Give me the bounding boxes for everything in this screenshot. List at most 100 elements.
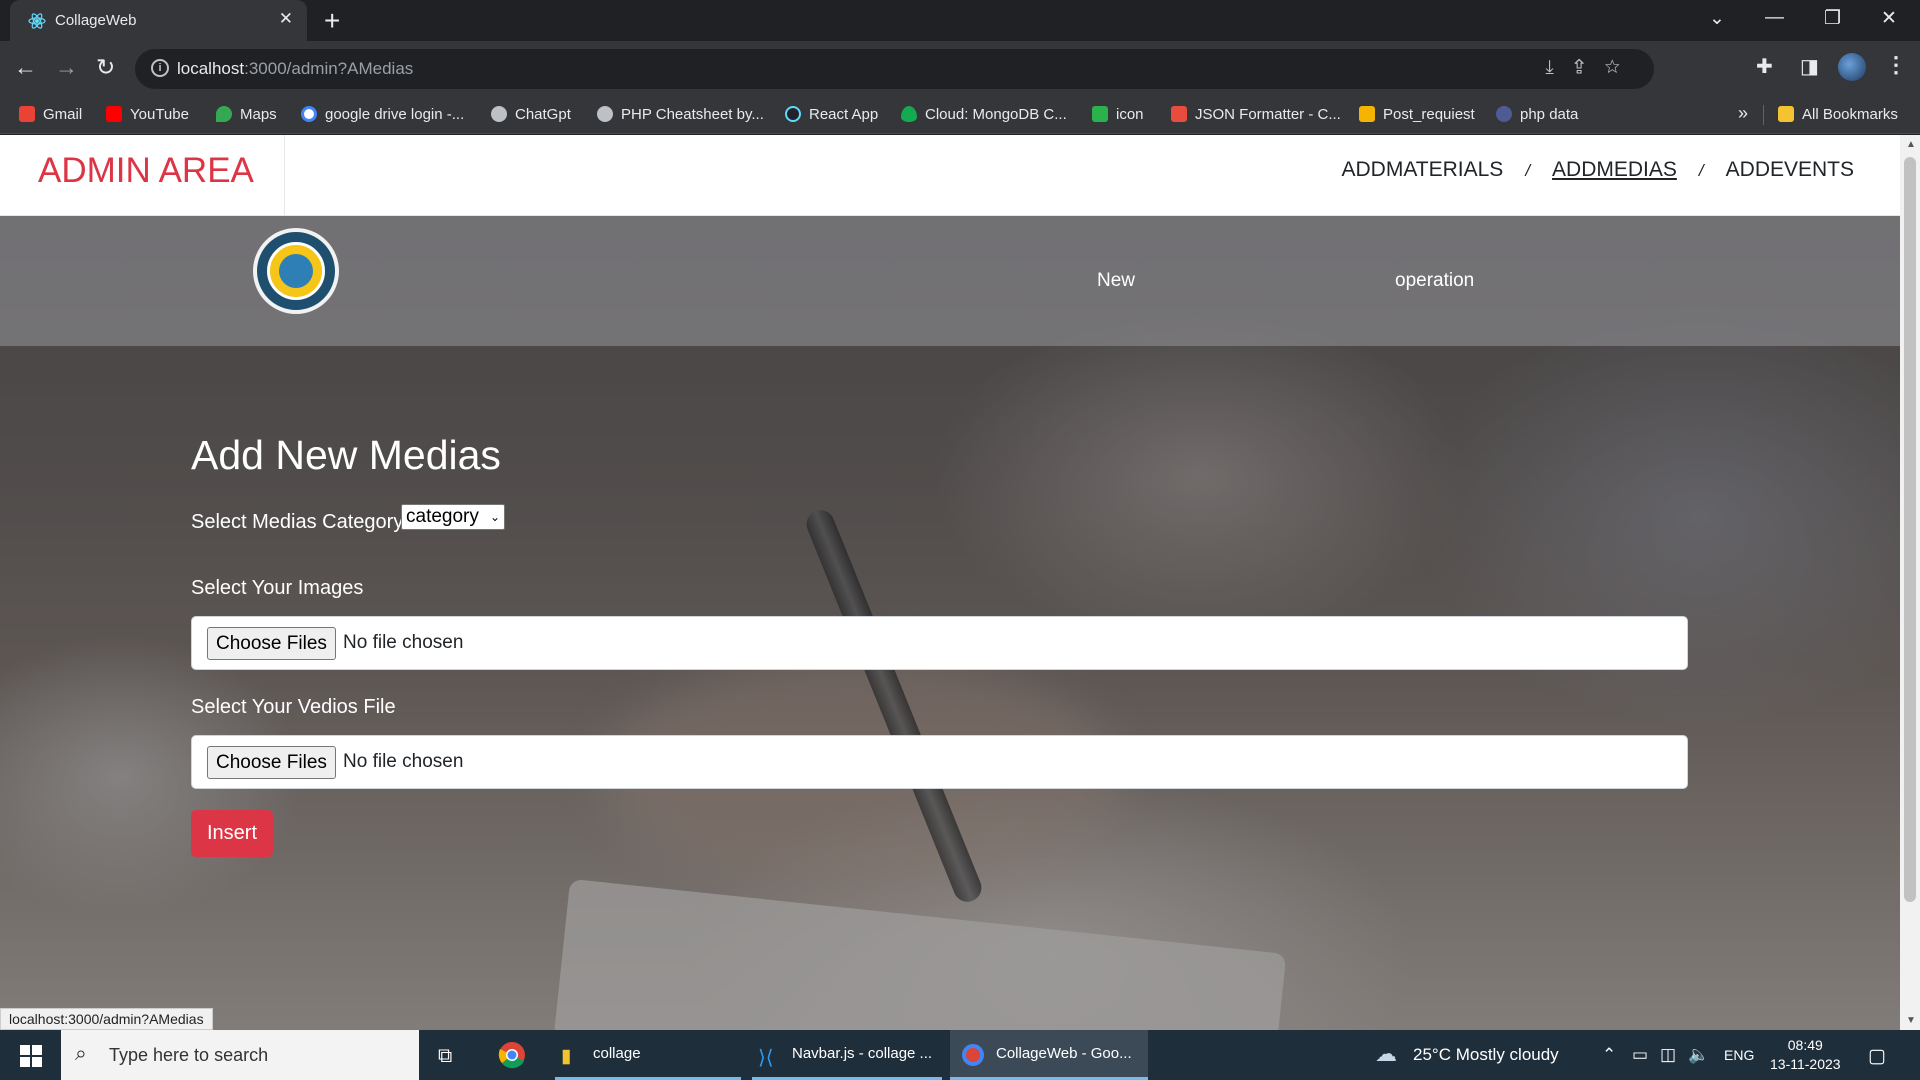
language-indicator[interactable]: ENG — [1724, 1047, 1754, 1063]
header-divider — [284, 135, 285, 216]
bookmark-youtube[interactable]: YouTube — [106, 106, 189, 123]
maps-icon — [216, 106, 232, 122]
search-icon: ⌕ — [75, 1042, 87, 1065]
bookmark-mongodb[interactable]: Cloud: MongoDB C... — [901, 106, 1067, 123]
site-info-icon[interactable]: i — [151, 59, 169, 77]
taskbar-app-label: Navbar.js - collage ... — [792, 1045, 933, 1062]
forward-button[interactable]: → — [55, 54, 78, 81]
weather-text[interactable]: 25°C Mostly cloudy — [1413, 1045, 1559, 1065]
category-select[interactable]: category ⌄ — [401, 504, 505, 530]
volume-icon[interactable]: 🔈 — [1688, 1045, 1709, 1065]
bookmarks-bar: Gmail YouTube Maps google drive login -.… — [0, 97, 1920, 134]
browser-tab-strip: CollageWeb ✕ + ⌄ — ❐ ✕ — [0, 0, 1920, 41]
task-view-icon: ⧉ — [438, 1045, 453, 1067]
chrome-icon — [498, 1042, 525, 1069]
taskbar-clock[interactable]: 08:49 13-11-2023 — [1770, 1036, 1841, 1074]
bookmark-php-data[interactable]: php data — [1496, 106, 1578, 123]
page-scrollbar[interactable]: ▲ ▼ — [1900, 135, 1920, 1030]
weather-cloud-icon[interactable]: ☁ — [1375, 1041, 1397, 1067]
bookmark-maps[interactable]: Maps — [216, 106, 277, 123]
address-url[interactable]: localhost:3000/admin?AMedias — [177, 59, 413, 79]
gmail-icon — [19, 106, 35, 122]
php-icon — [1496, 106, 1512, 122]
more-bookmarks-icon[interactable]: » — [1738, 103, 1748, 124]
taskbar-collage-folder[interactable]: ▮ collage — [555, 1030, 741, 1080]
browser-toolbar: ← → ↻ i localhost:3000/admin?AMedias ⤓⇪☆… — [0, 41, 1920, 97]
taskbar-app-label: collage — [593, 1045, 641, 1062]
back-button[interactable]: ← — [14, 54, 37, 81]
windows-start-icon[interactable] — [20, 1045, 42, 1067]
taskbar-vscode[interactable]: ⟩⟨ Navbar.js - collage ... — [752, 1030, 942, 1080]
globe-icon — [597, 106, 613, 122]
bookmark-icon[interactable]: icon — [1092, 106, 1144, 123]
minimize-button[interactable]: — — [1765, 7, 1784, 29]
all-bookmarks-folder[interactable]: All Bookmarks — [1778, 106, 1898, 123]
taskbar-chrome[interactable] — [492, 1030, 536, 1080]
extensions-icon[interactable]: ✚ — [1756, 54, 1773, 79]
clock-time: 08:49 — [1787, 1037, 1823, 1053]
bookmark-react-app[interactable]: React App — [785, 106, 878, 123]
scroll-down-arrow-icon[interactable]: ▼ — [1906, 1015, 1916, 1026]
close-window-button[interactable]: ✕ — [1881, 7, 1897, 30]
videos-label: Select Your Vedios File — [191, 696, 396, 718]
close-tab-icon[interactable]: ✕ — [279, 9, 293, 29]
link-status-bar: localhost:3000/admin?AMedias — [0, 1008, 213, 1030]
bookmark-chatgpt[interactable]: ChatGpt — [491, 106, 571, 123]
reload-button[interactable]: ↻ — [96, 54, 115, 81]
json-formatter-icon — [1171, 106, 1187, 122]
tab-title: CollageWeb — [55, 12, 137, 29]
profile-avatar[interactable] — [1838, 53, 1866, 81]
subnav-operation[interactable]: operation — [1395, 270, 1474, 292]
taskbar-search-box[interactable]: ⌕ Type here to search — [61, 1030, 419, 1080]
folder-icon: ▮ — [561, 1046, 572, 1067]
logo-emblem — [267, 242, 325, 300]
page-title: Add New Medias — [191, 432, 501, 478]
nav-separator: / — [1525, 161, 1531, 180]
videos-file-input[interactable]: Choose Files No file chosen — [191, 735, 1688, 789]
bookmark-php-cheatsheet[interactable]: PHP Cheatsheet by... — [597, 106, 764, 123]
admin-header: ADMIN AREA ADDMATERIALS / ADDMEDIAS / ADDEVE… — [0, 135, 1900, 216]
address-bar-actions[interactable]: ⤓⇪☆ — [1545, 57, 1640, 79]
react-icon — [28, 13, 46, 29]
nav-addevents[interactable]: ADDEVENTS — [1726, 158, 1854, 181]
show-hidden-icons-icon[interactable]: ⌃ — [1602, 1045, 1616, 1065]
restore-button[interactable]: ❐ — [1824, 7, 1841, 30]
battery-icon[interactable]: ▭ — [1632, 1045, 1648, 1065]
images-file-input[interactable]: Choose Files No file chosen — [191, 616, 1688, 670]
windows-taskbar: ⌕ Type here to search ⧉ ▮ collage ⟩⟨ Nav… — [0, 1030, 1920, 1080]
browser-tab[interactable]: CollageWeb ✕ — [10, 0, 307, 41]
address-bar[interactable]: i localhost:3000/admin?AMedias ⤓⇪☆ — [135, 49, 1654, 89]
nav-addmedias[interactable]: ADDMEDIAS — [1552, 158, 1677, 181]
nav-addmaterials[interactable]: ADDMATERIALS — [1342, 158, 1504, 181]
videos-choose-files-button[interactable]: Choose Files — [207, 746, 336, 779]
network-icon[interactable]: ◫ — [1660, 1045, 1676, 1065]
college-logo[interactable] — [253, 228, 339, 314]
subnav-new[interactable]: New — [1097, 270, 1135, 292]
bookmark-google-drive[interactable]: google drive login -... — [301, 106, 464, 123]
browser-menu-icon[interactable]: ⋮ — [1885, 52, 1907, 78]
folder-icon — [1778, 106, 1794, 122]
react-icon — [785, 106, 801, 122]
postman-icon — [1359, 106, 1375, 122]
images-label: Select Your Images — [191, 577, 364, 599]
globe-icon — [491, 106, 507, 122]
bookmark-json-formatter[interactable]: JSON Formatter - C... — [1171, 106, 1341, 123]
tab-search-icon[interactable]: ⌄ — [1709, 7, 1725, 30]
admin-brand[interactable]: ADMIN AREA — [38, 151, 254, 191]
scroll-up-arrow-icon[interactable]: ▲ — [1906, 139, 1916, 150]
new-tab-button[interactable]: + — [324, 5, 340, 37]
taskbar-search-placeholder: Type here to search — [109, 1045, 269, 1065]
notifications-icon[interactable]: ▢ — [1868, 1045, 1886, 1068]
mongodb-leaf-icon — [901, 106, 917, 122]
images-file-status: No file chosen — [343, 632, 464, 653]
category-label: Select Medias Category — [191, 511, 404, 533]
bookmark-gmail[interactable]: Gmail — [19, 106, 82, 123]
side-panel-icon[interactable]: ◨ — [1800, 54, 1819, 79]
taskbar-chrome-window[interactable]: CollageWeb - Goo... — [950, 1030, 1148, 1080]
insert-button[interactable]: Insert — [191, 810, 273, 857]
images-choose-files-button[interactable]: Choose Files — [207, 627, 336, 660]
task-view-button[interactable]: ⧉ — [432, 1030, 472, 1080]
scrollbar-thumb[interactable] — [1904, 157, 1916, 902]
chrome-icon — [962, 1044, 984, 1066]
bookmark-post-request[interactable]: Post_requiest — [1359, 106, 1475, 123]
